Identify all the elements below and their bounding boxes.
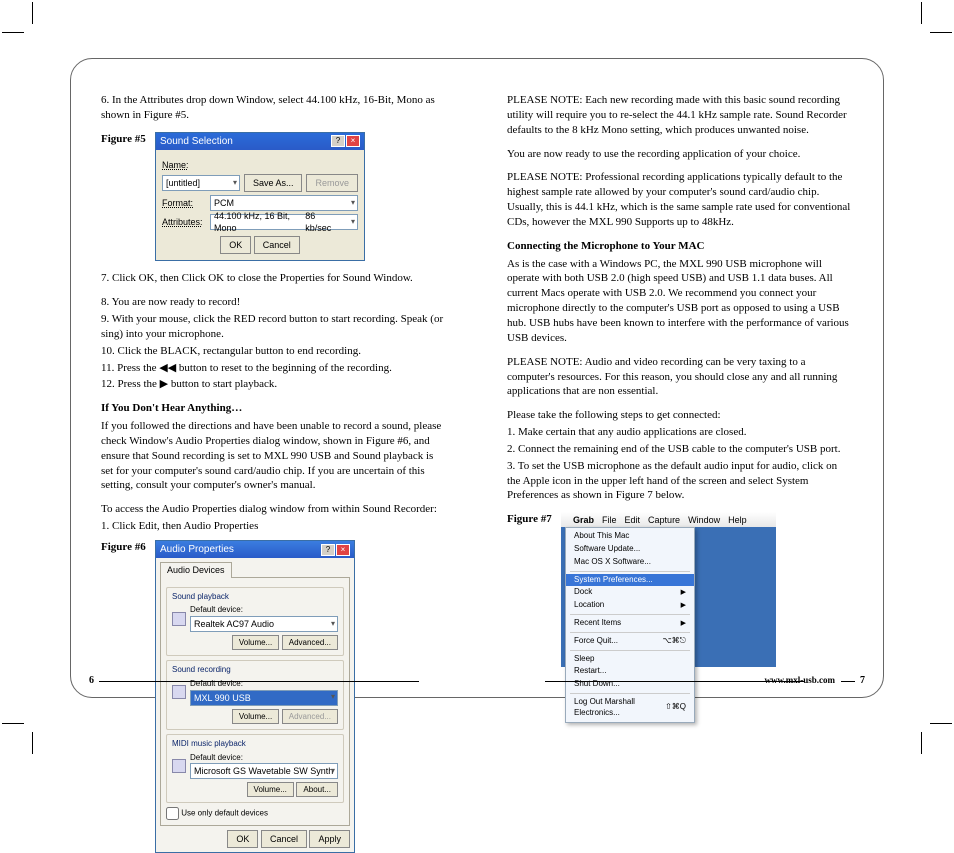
default-only-checkbox[interactable] bbox=[166, 807, 179, 820]
menu-software-update[interactable]: Software Update... bbox=[566, 543, 694, 556]
help-icon[interactable]: ? bbox=[321, 544, 335, 556]
speaker-icon bbox=[172, 612, 186, 626]
menu-sleep[interactable]: Sleep bbox=[566, 653, 694, 666]
menu-location[interactable]: Location▶ bbox=[566, 599, 694, 612]
mac-step-1: 1. Make certain that any audio applicati… bbox=[507, 425, 853, 440]
menu-recent-items[interactable]: Recent Items▶ bbox=[566, 617, 694, 630]
menu-help[interactable]: Help bbox=[728, 514, 747, 526]
midi-device-combo[interactable]: Microsoft GS Wavetable SW Synth bbox=[190, 763, 338, 779]
step-11: 11. Press the ◀◀ button to reset to the … bbox=[101, 361, 447, 376]
page-7: PLEASE NOTE: Each new recording made wit… bbox=[477, 59, 883, 697]
name-combo[interactable]: [untitled] bbox=[162, 175, 240, 191]
advanced-button[interactable]: Advanced... bbox=[282, 635, 338, 650]
sound-playback-group: Sound playback Default device: Realtek A… bbox=[166, 587, 344, 657]
playback-device-combo[interactable]: Realtek AC97 Audio bbox=[190, 616, 338, 632]
menu-logout[interactable]: Log Out Marshall Electronics...⇧⌘Q bbox=[566, 696, 694, 720]
cancel-button[interactable]: Cancel bbox=[261, 830, 307, 848]
menu-osx-software[interactable]: Mac OS X Software... bbox=[566, 556, 694, 569]
sound-recording-group: Sound recording Default device: MXL 990 … bbox=[166, 660, 344, 730]
ready-para: You are now ready to use the recording a… bbox=[507, 147, 853, 162]
menu-edit[interactable]: Edit bbox=[625, 514, 641, 526]
note-1: PLEASE NOTE: Each new recording made wit… bbox=[507, 93, 853, 138]
figure6-label: Figure #6 bbox=[101, 540, 155, 555]
subhead-no-sound: If You Don't Hear Anything… bbox=[101, 401, 447, 416]
recording-device-combo[interactable]: MXL 990 USB bbox=[190, 690, 338, 706]
step-7: 7. Click OK, then Click OK to close the … bbox=[101, 271, 447, 286]
menu-window[interactable]: Window bbox=[688, 514, 720, 526]
tab-audio-devices[interactable]: Audio Devices bbox=[160, 562, 232, 577]
audio-properties-dialog: Audio Properties ? × Audio Devices Sound… bbox=[155, 540, 355, 853]
volume-button[interactable]: Volume... bbox=[232, 709, 279, 724]
subhead-mac: Connecting the Microphone to Your MAC bbox=[507, 239, 853, 254]
save-as-button[interactable]: Save As... bbox=[244, 174, 303, 192]
volume-button[interactable]: Volume... bbox=[232, 635, 279, 650]
volume-button[interactable]: Volume... bbox=[247, 782, 294, 797]
close-icon[interactable]: × bbox=[336, 544, 350, 556]
dialog-titlebar: Sound Selection ? × bbox=[156, 133, 364, 151]
dialog-title: Audio Properties bbox=[160, 543, 234, 557]
name-label: Name: bbox=[162, 159, 206, 171]
mac-para: As is the case with a Windows PC, the MX… bbox=[507, 257, 853, 346]
edit-step: 1. Click Edit, then Audio Properties bbox=[101, 519, 447, 534]
page-number-left: 6 bbox=[89, 674, 94, 688]
advanced-button: Advanced... bbox=[282, 709, 338, 724]
figure5-label: Figure #5 bbox=[101, 132, 155, 147]
attributes-label: Attributes: bbox=[162, 216, 206, 228]
page-number-right: 7 bbox=[860, 674, 865, 688]
about-button[interactable]: About... bbox=[296, 782, 338, 797]
step-8: 8. You are now ready to record! bbox=[101, 295, 447, 310]
troubleshoot-para: If you followed the directions and have … bbox=[101, 419, 447, 493]
mac-menubar: Grab File Edit Capture Window Help bbox=[561, 512, 776, 527]
midi-playback-group: MIDI music playback Default device: Micr… bbox=[166, 734, 344, 804]
menu-file[interactable]: File bbox=[602, 514, 617, 526]
step-12: 12. Press the ▶ button to start playback… bbox=[101, 377, 447, 392]
menu-force-quit[interactable]: Force Quit...⌥⌘⎋ bbox=[566, 635, 694, 648]
note-3: PLEASE NOTE: Audio and video recording c… bbox=[507, 355, 853, 400]
menu-system-preferences[interactable]: System Preferences... bbox=[566, 574, 694, 587]
ok-button[interactable]: OK bbox=[220, 236, 251, 254]
note-2: PLEASE NOTE: Professional recording appl… bbox=[507, 170, 853, 229]
dialog-titlebar: Audio Properties ? × bbox=[156, 541, 354, 559]
mac-step-2: 2. Connect the remaining end of the USB … bbox=[507, 442, 853, 457]
cancel-button[interactable]: Cancel bbox=[254, 236, 300, 254]
menu-restart[interactable]: Restart... bbox=[566, 665, 694, 678]
mac-screenshot: Grab File Edit Capture Window Help About… bbox=[561, 512, 776, 667]
step-10: 10. Click the BLACK, rectangular button … bbox=[101, 344, 447, 359]
midi-icon bbox=[172, 759, 186, 773]
page-6: 6. In the Attributes drop down Window, s… bbox=[71, 59, 477, 697]
steps-intro: Please take the following steps to get c… bbox=[507, 408, 853, 423]
step-9: 9. With your mouse, click the RED record… bbox=[101, 312, 447, 342]
format-combo[interactable]: PCM bbox=[210, 195, 358, 211]
figure7-label: Figure #7 bbox=[507, 512, 561, 527]
close-icon[interactable]: × bbox=[346, 135, 360, 147]
apple-menu: About This Mac Software Update... Mac OS… bbox=[565, 527, 695, 722]
mac-step-3: 3. To set the USB microphone as the defa… bbox=[507, 459, 853, 504]
apply-button[interactable]: Apply bbox=[309, 830, 350, 848]
menu-grab[interactable]: Grab bbox=[573, 514, 594, 526]
access-para: To access the Audio Properties dialog wi… bbox=[101, 502, 447, 517]
menu-dock[interactable]: Dock▶ bbox=[566, 586, 694, 599]
remove-button: Remove bbox=[306, 174, 358, 192]
microphone-icon bbox=[172, 685, 186, 699]
menu-about[interactable]: About This Mac bbox=[566, 530, 694, 543]
menu-capture[interactable]: Capture bbox=[648, 514, 680, 526]
sound-selection-dialog: Sound Selection ? × Name: [untitled] Sav… bbox=[155, 132, 365, 262]
format-label: Format: bbox=[162, 197, 206, 209]
ok-button[interactable]: OK bbox=[227, 830, 258, 848]
attributes-combo[interactable]: 44.100 kHz, 16 Bit, Mono 86 kb/sec bbox=[210, 214, 358, 230]
help-icon[interactable]: ? bbox=[331, 135, 345, 147]
step-6: 6. In the Attributes drop down Window, s… bbox=[101, 93, 447, 123]
website-url: www.mxl-usb.com bbox=[764, 674, 835, 686]
dialog-title: Sound Selection bbox=[160, 135, 233, 149]
